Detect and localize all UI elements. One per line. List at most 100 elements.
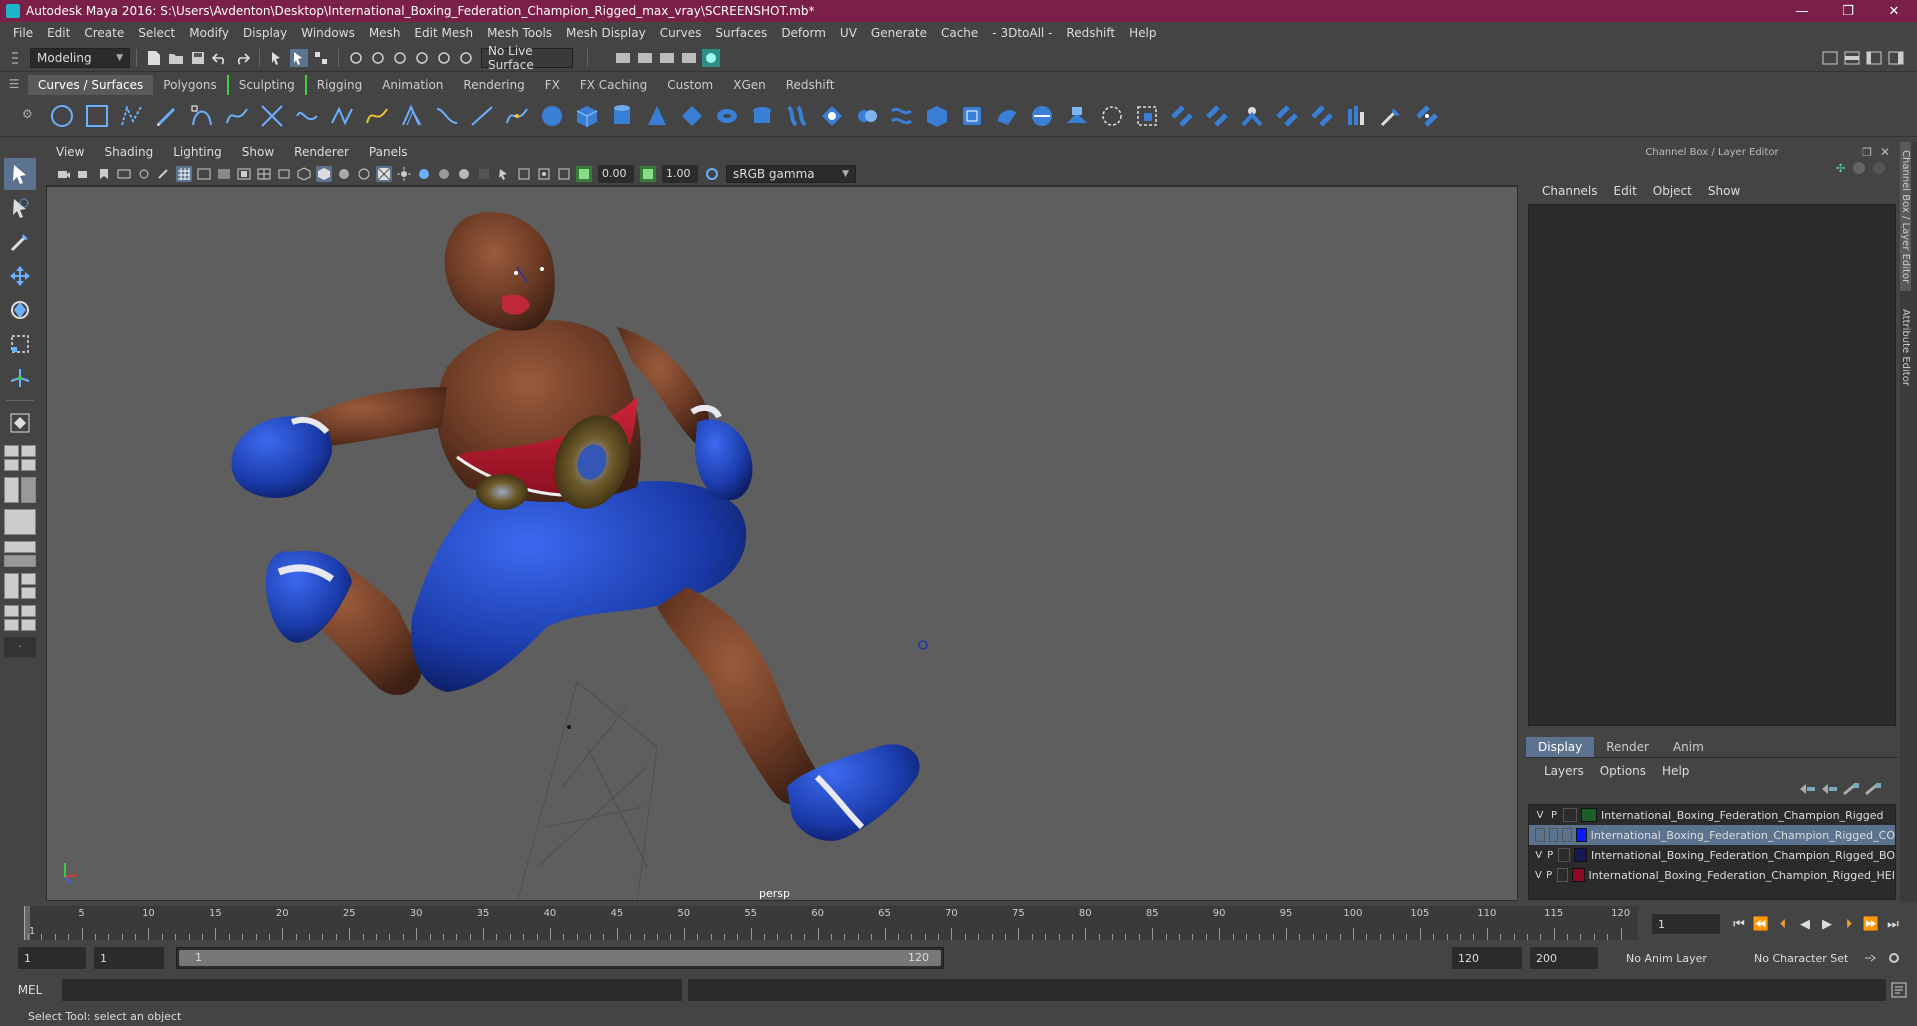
insert-isoparm-icon[interactable] — [1273, 102, 1301, 130]
extend-surface-icon[interactable] — [1308, 102, 1336, 130]
go-to-end-button[interactable]: ⏭ — [1882, 917, 1904, 932]
snap-surface-icon[interactable] — [435, 49, 453, 67]
exposure-icon[interactable] — [576, 165, 592, 182]
go-to-start-button[interactable]: ⏮ — [1728, 917, 1750, 932]
time-slider[interactable]: 1 5 10 15 20 25 30 35 40 45 50 55 60 65 70 75 80 85 90 95 1… — [24, 906, 1638, 940]
layer-tab-anim[interactable]: Anim — [1661, 737, 1716, 757]
snap-view-icon[interactable] — [413, 49, 431, 67]
ambient-occlusion-icon[interactable] — [436, 166, 452, 182]
playback-end-field[interactable]: 120 — [1452, 947, 1522, 969]
ep-curve-icon[interactable] — [118, 102, 146, 130]
toggle-panels-icon[interactable] — [1843, 49, 1861, 67]
channel-box-icon[interactable] — [1887, 49, 1905, 67]
xray-components-icon[interactable] — [556, 166, 572, 182]
detach-curves-icon[interactable] — [328, 102, 356, 130]
attach-surfaces-icon[interactable] — [1168, 102, 1196, 130]
menu-3dtoall[interactable]: - 3DtoAll - — [985, 26, 1059, 40]
shelf-tab-polygons[interactable]: Polygons — [153, 75, 226, 95]
soft-select-icon[interactable] — [4, 407, 36, 439]
menu-windows[interactable]: Windows — [294, 26, 362, 40]
layer-toggle-box[interactable] — [1562, 828, 1572, 842]
redo-icon[interactable] — [233, 49, 251, 67]
layer-toggle-box[interactable] — [1548, 828, 1559, 842]
render-settings-icon[interactable] — [680, 49, 698, 67]
anim-layer-dropdown[interactable]: No Anim Layer — [1620, 947, 1738, 969]
menu-surfaces[interactable]: Surfaces — [708, 26, 774, 40]
isolate-select-icon[interactable] — [496, 166, 512, 182]
step-forward-frame-button[interactable]: ⏵ — [1838, 917, 1860, 932]
menu-mesh-tools[interactable]: Mesh Tools — [480, 26, 559, 40]
layer-playback-toggle[interactable]: P — [1544, 850, 1555, 861]
render-frame-icon[interactable] — [636, 49, 654, 67]
step-forward-key-button[interactable]: ⏩ — [1860, 917, 1882, 932]
safe-action-icon[interactable] — [276, 166, 292, 182]
close-panel-icon[interactable]: ✕ — [1880, 145, 1890, 159]
project-curve-icon[interactable] — [1028, 102, 1056, 130]
attach-curves-icon[interactable] — [293, 102, 321, 130]
untrim-icon[interactable] — [1133, 102, 1161, 130]
render-view-icon[interactable] — [614, 49, 632, 67]
shelf-tab-xgen[interactable]: XGen — [723, 75, 776, 95]
menu-display[interactable]: Display — [236, 26, 294, 40]
select-object-icon[interactable] — [290, 48, 308, 67]
paint-select-icon[interactable] — [4, 226, 36, 258]
open-scene-icon[interactable] — [167, 49, 185, 67]
shelf-tab-fx-caching[interactable]: FX Caching — [570, 75, 657, 95]
smooth-shade-icon[interactable] — [316, 165, 332, 182]
revolve-icon[interactable] — [748, 102, 776, 130]
viewport-menu-renderer[interactable]: Renderer — [284, 145, 359, 159]
view-transform-dropdown[interactable]: sRGB gamma ▼ — [726, 164, 856, 183]
bevel-plus-icon[interactable] — [993, 102, 1021, 130]
range-slider-thumb[interactable] — [179, 950, 941, 966]
menu-select[interactable]: Select — [131, 26, 182, 40]
perspective-viewport[interactable]: persp — [46, 186, 1518, 901]
surface-edit-icon[interactable] — [1413, 102, 1441, 130]
resolution-gate-icon[interactable] — [216, 166, 232, 182]
side-tab-channel-box[interactable]: Channel Box / Layer Editor — [1900, 142, 1911, 292]
shelf-options-icon[interactable]: ⚙ — [22, 107, 33, 121]
universal-manip-icon[interactable] — [4, 362, 36, 394]
move-tool-icon[interactable] — [4, 260, 36, 292]
intersect-surfaces-icon[interactable] — [1063, 102, 1091, 130]
channel-box[interactable] — [1528, 204, 1896, 726]
viewport-menu-view[interactable]: View — [46, 145, 94, 159]
image-plane-icon[interactable] — [116, 166, 132, 182]
birail-icon[interactable] — [888, 102, 916, 130]
shelf-tab-rigging[interactable]: Rigging — [304, 75, 372, 95]
sculpt-geometry-icon[interactable] — [1378, 102, 1406, 130]
open-close-surface-icon[interactable] — [1238, 102, 1266, 130]
viewport-menu-show[interactable]: Show — [232, 145, 284, 159]
step-back-key-button[interactable]: ⏪ — [1750, 917, 1772, 932]
xray-joints-icon[interactable] — [536, 166, 552, 182]
play-forwards-button[interactable]: ▶ — [1816, 917, 1838, 932]
hypershade-icon[interactable] — [702, 48, 720, 67]
textured-icon[interactable] — [376, 165, 392, 182]
mode-dropdown[interactable]: Modeling ▼ — [30, 47, 130, 68]
field-chart-icon[interactable] — [256, 166, 272, 182]
exposure-field[interactable]: 0.00 — [598, 164, 634, 183]
layer-row[interactable]: V P International_Boxing_Federation_Champi… — [1529, 865, 1895, 885]
script-editor-icon[interactable] — [1891, 982, 1907, 1001]
select-tool-icon[interactable] — [4, 158, 36, 190]
step-back-frame-button[interactable]: ⏴ — [1772, 917, 1794, 932]
menu-redshift[interactable]: Redshift — [1059, 26, 1122, 40]
shelf-tab-curves-surfaces[interactable]: Curves / Surfaces — [28, 75, 154, 95]
boundary-icon[interactable] — [923, 102, 951, 130]
wireframe-on-shaded-icon[interactable] — [356, 166, 372, 182]
layer-display-type-toggle[interactable] — [1563, 808, 1577, 822]
ipr-render-icon[interactable] — [658, 49, 676, 67]
minimize-button[interactable]: — — [1779, 0, 1825, 22]
grease-pencil-icon[interactable] — [156, 166, 172, 182]
snap-point-icon[interactable] — [391, 49, 409, 67]
make-live-icon[interactable] — [457, 49, 475, 67]
animation-end-field[interactable]: 200 — [1530, 947, 1598, 969]
shelf-tab-custom[interactable]: Custom — [657, 75, 723, 95]
gamma-field[interactable]: 1.00 — [662, 164, 698, 183]
tool-settings-icon[interactable] — [1865, 49, 1883, 67]
maximize-button[interactable]: ❐ — [1825, 0, 1871, 22]
layer-visibility-toggle[interactable]: V — [1533, 870, 1544, 881]
camera-tools-icon[interactable] — [76, 166, 92, 182]
nurbs-torus-icon[interactable] — [713, 102, 741, 130]
hyper-icon[interactable] — [1873, 162, 1886, 174]
layer-visibility-toggle[interactable]: V — [1533, 850, 1544, 861]
